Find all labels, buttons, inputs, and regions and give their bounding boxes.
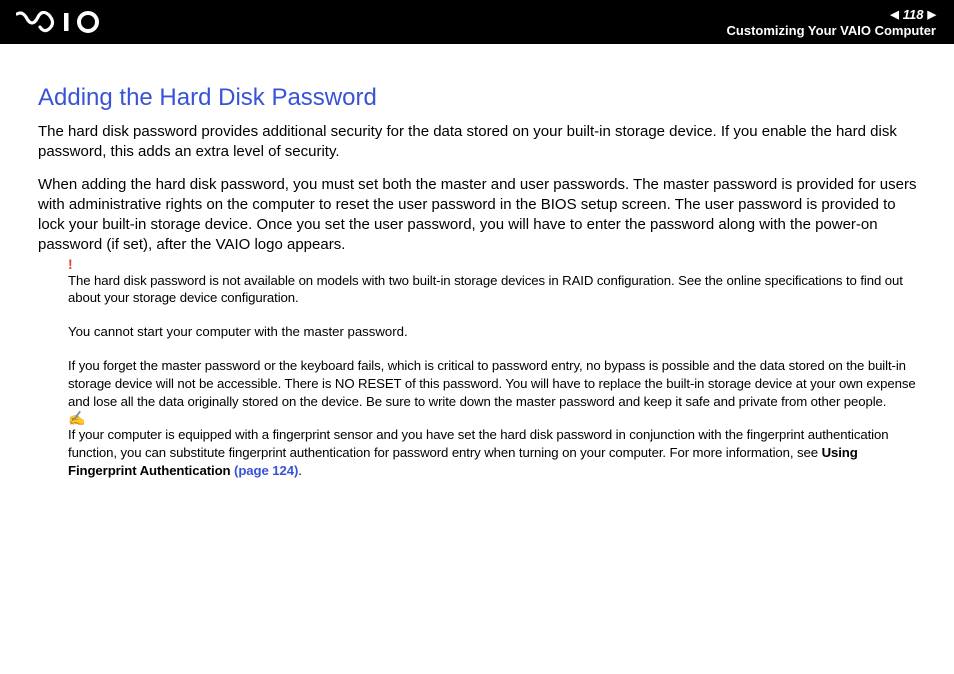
tip-icon: ✍ <box>68 410 85 427</box>
note-fingerprint: If your computer is equipped with a fing… <box>68 426 922 479</box>
page-number: 118 <box>903 7 924 22</box>
paragraph-details: When adding the hard disk password, you … <box>38 175 922 256</box>
page-navigation: ◀ 118 ▶ <box>727 7 936 22</box>
page-title: Adding the Hard Disk Password <box>38 84 922 112</box>
note-no-reset: If you forget the master password or the… <box>68 357 922 410</box>
page-header: ◀ 118 ▶ Customizing Your VAIO Computer <box>0 0 954 44</box>
note-master-start: You cannot start your computer with the … <box>68 323 922 341</box>
vaio-logo <box>16 11 126 33</box>
page-content: Adding the Hard Disk Password The hard d… <box>0 44 954 480</box>
section-title: Customizing Your VAIO Computer <box>727 23 936 38</box>
paragraph-intro: The hard disk password provides addition… <box>38 122 922 163</box>
warning-icon: ! <box>68 256 73 272</box>
note-raid: The hard disk password is not available … <box>68 272 922 308</box>
next-page-arrow[interactable]: ▶ <box>928 8 936 21</box>
prev-page-arrow[interactable]: ◀ <box>890 8 898 21</box>
warning-block: ! The hard disk password is not availabl… <box>68 272 922 411</box>
page-ref-link[interactable]: (page 124) <box>234 463 298 478</box>
tip-block: ✍ If your computer is equipped with a fi… <box>68 426 922 479</box>
